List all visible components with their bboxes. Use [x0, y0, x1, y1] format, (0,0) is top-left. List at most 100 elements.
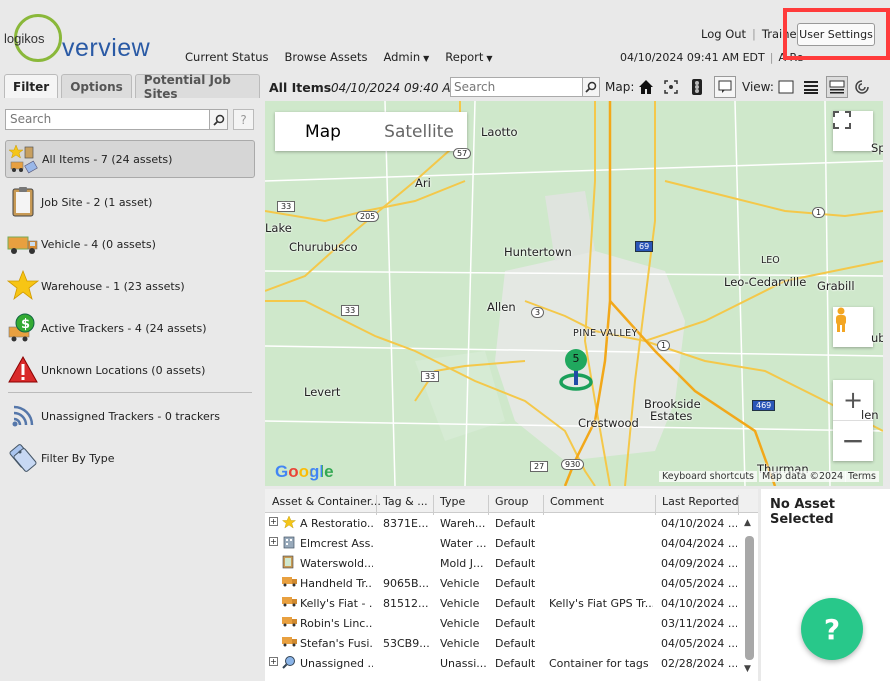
zoom-out-icon[interactable]: −: [833, 421, 873, 461]
table-row[interactable]: Kelly's Fiat - ... 81512... Vehicle Default…: [265, 593, 745, 613]
search-icon[interactable]: [582, 77, 600, 97]
expand-row-icon[interactable]: +: [269, 537, 278, 546]
table-row[interactable]: + Unassigned ... Unassi... Default Container…: [265, 653, 745, 673]
nav-admin-label: Admin: [383, 50, 421, 64]
help-button[interactable]: ?: [233, 109, 254, 130]
col-last-reported[interactable]: Last Reported: [662, 495, 739, 508]
scroll-down-icon[interactable]: ▼: [744, 664, 751, 674]
expand-row-icon[interactable]: +: [269, 517, 278, 526]
filter-item-unknown[interactable]: Unknown Locations (0 assets): [5, 351, 255, 389]
table-row[interactable]: Waterswold... Mold J... Default 04/09/2024 …: [265, 553, 745, 573]
street-view-pegman-icon[interactable]: [833, 307, 873, 347]
filter-item-label: Vehicle - 4 (0 assets): [41, 237, 156, 251]
map-search-input[interactable]: Search: [450, 77, 584, 97]
filter-item-vehicle[interactable]: Vehicle - 4 (0 assets): [5, 225, 255, 263]
table-header: Asset & Container... Tag & ... Type Grou…: [265, 489, 758, 515]
route-shield: 69: [635, 241, 654, 252]
place-label: Levert: [304, 385, 341, 399]
filter-item-active-trackers[interactable]: $ Active Trackers - 4 (24 assets): [5, 309, 255, 347]
scroll-thumb[interactable]: [745, 536, 754, 660]
col-group[interactable]: Group: [495, 495, 529, 508]
column-divider[interactable]: [738, 495, 739, 515]
expand-row-icon[interactable]: +: [269, 657, 278, 666]
caret-down-icon: ▼: [486, 54, 493, 63]
col-type[interactable]: Type: [440, 495, 465, 508]
cell-group: Default: [495, 597, 536, 610]
terms-link[interactable]: Terms: [845, 471, 879, 482]
refresh-icon[interactable]: [852, 77, 872, 97]
tags-icon: [5, 443, 41, 473]
place-label: Spe: [871, 141, 883, 155]
keyboard-shortcuts-link[interactable]: Keyboard shortcuts: [659, 471, 758, 482]
filter-item-label: Job Site - 2 (1 asset): [41, 195, 153, 209]
tab-filter[interactable]: Filter: [4, 74, 59, 98]
column-divider[interactable]: [488, 495, 489, 515]
table-row[interactable]: + A Restoratio... 8371E... Wareh... Default 0…: [265, 513, 745, 533]
cluster-marker[interactable]: 5: [558, 347, 594, 393]
traffic-icon[interactable]: [687, 77, 707, 97]
filter-item-job-site[interactable]: Job Site - 2 (1 asset): [5, 183, 255, 221]
cell-asset-name: Elmcrest Ass...: [300, 537, 373, 550]
column-divider[interactable]: [376, 495, 377, 515]
cell-type: Vehicle: [440, 577, 480, 590]
route-shield: 205: [356, 211, 380, 222]
map-view[interactable]: Map Satellite + − Laotto Ari Lake Churub…: [265, 101, 883, 486]
filter-item-warehouse[interactable]: Warehouse - 1 (23 assets): [5, 267, 255, 305]
cell-tag: 81512...: [383, 597, 429, 610]
filter-panel: Filter Options Potential Job Sites Searc…: [0, 72, 260, 681]
nav-admin[interactable]: Admin ▼: [383, 50, 429, 64]
truck-icon: [282, 615, 298, 630]
fullscreen-icon[interactable]: [833, 111, 873, 151]
filter-item-label: Unassigned Trackers - 0 trackers: [41, 409, 220, 423]
place-label: Ari: [415, 176, 431, 190]
route-shield: 27: [530, 461, 549, 472]
col-tag[interactable]: Tag & ...: [383, 495, 428, 508]
left-tabs: Filter Options Potential Job Sites: [4, 73, 260, 101]
logout-link[interactable]: Log Out: [701, 27, 746, 41]
filter-item-label: Active Trackers - 4 (24 assets): [41, 321, 207, 335]
google-logo: Google: [275, 462, 334, 482]
highlight-box: [783, 8, 890, 60]
col-asset-container[interactable]: Asset & Container...: [272, 495, 381, 508]
tab-options[interactable]: Options: [61, 74, 132, 98]
column-divider[interactable]: [655, 495, 656, 515]
nav-current-status[interactable]: Current Status: [185, 50, 269, 64]
filter-item-by-type[interactable]: Filter By Type: [5, 439, 255, 477]
filter-item-all[interactable]: All Items - 7 (24 assets): [5, 140, 255, 178]
callout-icon[interactable]: [714, 76, 736, 98]
table-row[interactable]: Robin's Linc... Vehicle Default 03/11/2024 …: [265, 613, 745, 633]
scroll-up-icon[interactable]: ▲: [744, 518, 751, 528]
map-type-control: Map Satellite: [275, 112, 467, 151]
map-type-map-button[interactable]: Map: [275, 112, 371, 151]
nav-report[interactable]: Report ▼: [445, 50, 492, 64]
table-row[interactable]: Stefan's Fusi... 53CB9... Vehicle Default 04…: [265, 633, 745, 653]
cell-asset-name: Waterswold...: [300, 557, 373, 570]
cell-group: Default: [495, 617, 536, 630]
google-logo-text: Google: [275, 462, 334, 481]
datetime-text: 04/10/2024 09:41 AM EDT: [620, 51, 765, 64]
separator: |: [769, 51, 774, 64]
view-map-only-icon[interactable]: [776, 77, 796, 97]
divider: [8, 392, 252, 393]
help-fab-button[interactable]: ?: [801, 598, 863, 660]
col-comment[interactable]: Comment: [550, 495, 604, 508]
column-divider[interactable]: [543, 495, 544, 515]
nav-browse-assets[interactable]: Browse Assets: [285, 50, 368, 64]
table-scrollbar[interactable]: ▲ ▼: [744, 518, 755, 678]
search-icon[interactable]: [209, 109, 228, 130]
cell-last-reported: 04/10/2024 ...: [661, 597, 737, 610]
place-label: ub: [871, 331, 883, 345]
column-divider[interactable]: [433, 495, 434, 515]
filter-search-input[interactable]: Search: [5, 109, 211, 130]
table-row[interactable]: + Elmcrest Ass... Water ... Default 04/04/20…: [265, 533, 745, 553]
table-row[interactable]: Handheld Tr... 9065B... Vehicle Default 04/0…: [265, 573, 745, 593]
map-type-satellite-button[interactable]: Satellite: [371, 112, 467, 151]
view-split-icon[interactable]: [826, 76, 848, 98]
view-list-only-icon[interactable]: [801, 77, 821, 97]
tab-potential-job-sites[interactable]: Potential Job Sites: [134, 73, 260, 101]
map-date: 04/10/2024 09:40 AM: [331, 81, 461, 95]
fit-bounds-icon[interactable]: [661, 77, 681, 97]
filter-item-unassigned-trackers[interactable]: Unassigned Trackers - 0 trackers: [5, 397, 255, 435]
home-icon[interactable]: [636, 77, 656, 97]
map-graphics: [265, 101, 883, 486]
